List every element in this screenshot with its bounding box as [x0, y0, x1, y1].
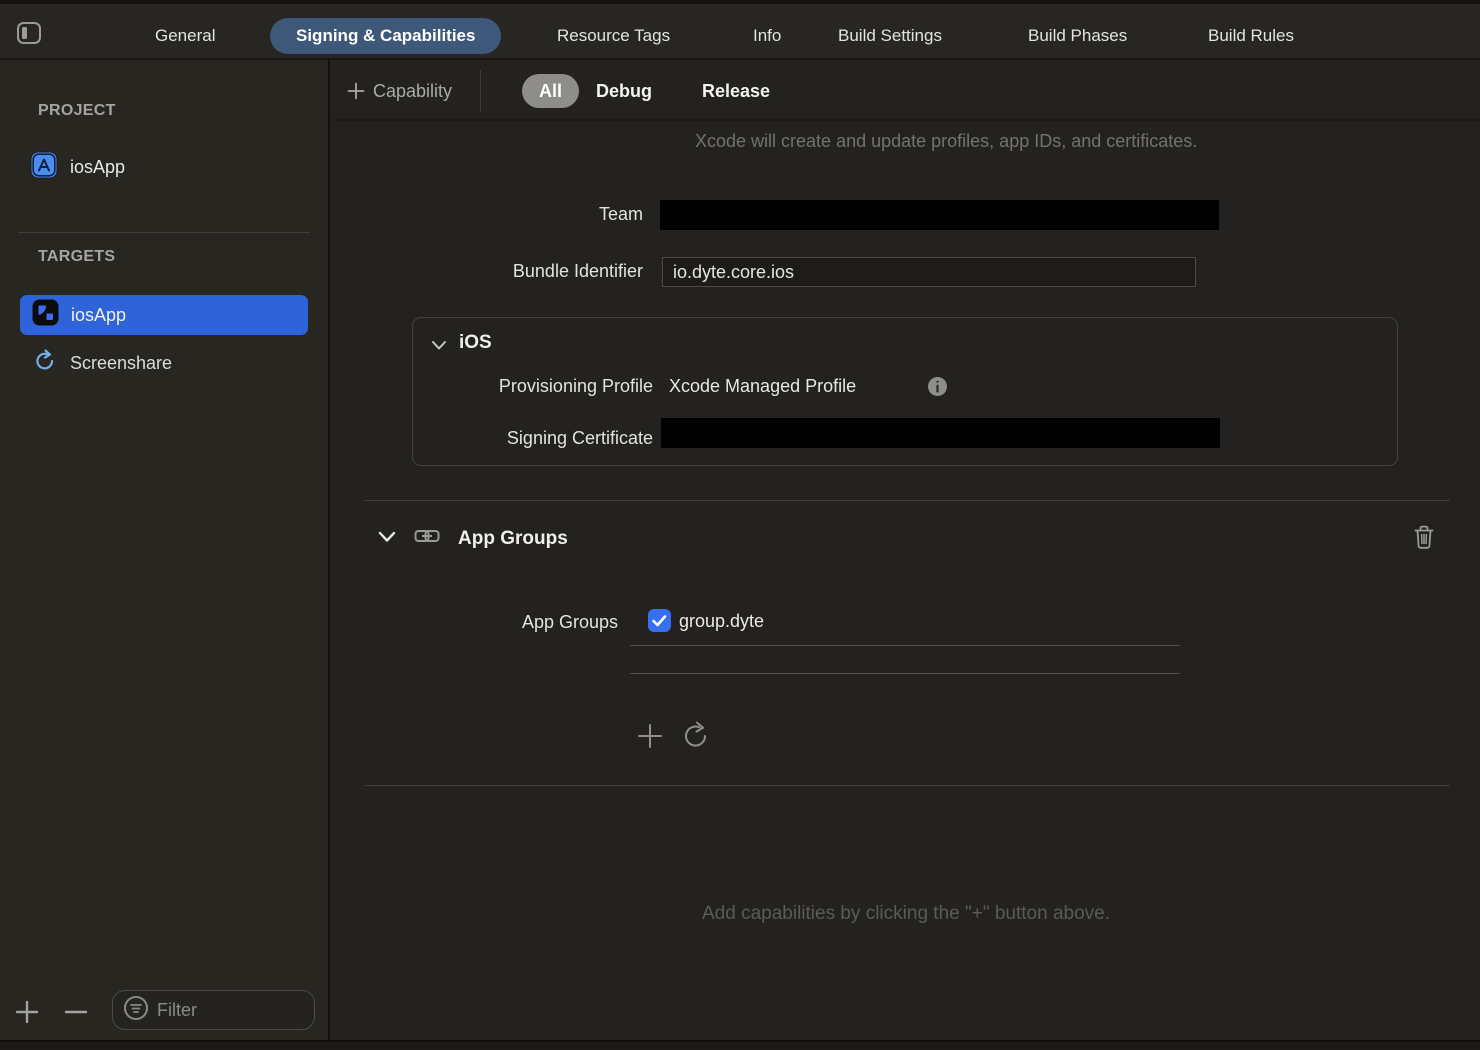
- project-header: PROJECT: [38, 102, 116, 120]
- signing-note: Xcode will create and update profiles, a…: [695, 128, 1207, 154]
- target-item-screenshare[interactable]: Screenshare: [20, 343, 308, 383]
- ios-signing-section: iOS Provisioning Profile Xcode Managed P…: [412, 317, 1398, 466]
- ios-section-title: iOS: [459, 332, 492, 354]
- app-store-project-icon: [30, 151, 58, 184]
- target-item-iosapp[interactable]: iosApp: [20, 295, 308, 335]
- target-item-label: iosApp: [71, 305, 126, 326]
- section-divider: [365, 500, 1450, 501]
- app-group-row-underline: [630, 645, 1180, 646]
- bundle-identifier-input[interactable]: [663, 258, 1195, 286]
- remove-target-button[interactable]: [62, 998, 90, 1031]
- target-item-label: Screenshare: [70, 353, 172, 374]
- project-item-iosapp[interactable]: iosApp: [30, 148, 310, 186]
- team-value-redacted[interactable]: [660, 200, 1219, 230]
- app-groups-section-header: App Groups: [378, 526, 568, 551]
- screenshare-refresh-icon: [32, 348, 58, 379]
- app-groups-field-label: App Groups: [332, 612, 618, 633]
- tab-info[interactable]: Info: [753, 18, 781, 54]
- capability-toolbar: Capability All Debug Release: [332, 60, 1480, 121]
- app-group-checkbox-checked[interactable]: [648, 609, 671, 632]
- add-app-group-button[interactable]: [635, 721, 665, 756]
- tab-general[interactable]: General: [155, 18, 215, 54]
- bundle-identifier-label: Bundle Identifier: [332, 261, 643, 282]
- segment-all[interactable]: All: [522, 74, 579, 108]
- tab-resource-tags[interactable]: Resource Tags: [557, 18, 670, 54]
- app-groups-link-icon: [414, 526, 440, 551]
- app-groups-section-title: App Groups: [458, 528, 568, 550]
- bundle-identifier-field: [662, 257, 1196, 287]
- filter-icon: [123, 995, 149, 1026]
- targets-header: TARGETS: [38, 248, 115, 266]
- sidebar-divider: [18, 232, 310, 233]
- add-capabilities-hint: Add capabilities by clicking the "+" but…: [332, 903, 1480, 925]
- section-divider: [365, 785, 1450, 786]
- project-item-label: iosApp: [70, 157, 125, 178]
- window-bottom-edge: [0, 1040, 1480, 1050]
- info-icon[interactable]: [927, 376, 948, 402]
- add-target-button[interactable]: [13, 998, 41, 1031]
- add-capability-label: Capability: [373, 81, 452, 102]
- tab-build-settings[interactable]: Build Settings: [838, 18, 942, 54]
- trash-icon[interactable]: [1412, 524, 1436, 555]
- plus-icon: [347, 82, 365, 100]
- tab-signing-capabilities[interactable]: Signing & Capabilities: [270, 18, 501, 54]
- xcode-project-editor: General Signing & Capabilities Resource …: [0, 0, 1480, 1050]
- provisioning-profile-label: Provisioning Profile: [413, 376, 653, 397]
- app-group-row-underline: [630, 673, 1180, 674]
- sidebar-toggle-icon[interactable]: [16, 20, 42, 46]
- provisioning-profile-value[interactable]: Xcode Managed Profile: [669, 376, 856, 397]
- chevron-down-icon[interactable]: [431, 338, 447, 356]
- filter-input[interactable]: [157, 1000, 304, 1021]
- toolbar-divider: [480, 70, 481, 112]
- signing-certificate-label: Signing Certificate: [413, 428, 653, 449]
- signing-capabilities-pane: Capability All Debug Release Xcode will …: [332, 60, 1480, 1040]
- segment-release[interactable]: Release: [702, 74, 770, 108]
- tab-build-rules[interactable]: Build Rules: [1208, 18, 1294, 54]
- refresh-app-groups-button[interactable]: [679, 719, 713, 758]
- add-capability-button[interactable]: Capability: [347, 73, 452, 109]
- team-label: Team: [332, 204, 643, 225]
- tab-build-phases[interactable]: Build Phases: [1028, 18, 1127, 54]
- project-targets-sidebar: PROJECT iosApp TARGETS iosApp: [0, 60, 330, 1040]
- chevron-down-icon[interactable]: [378, 530, 396, 548]
- app-group-name[interactable]: group.dyte: [679, 611, 764, 632]
- segment-debug[interactable]: Debug: [596, 74, 652, 108]
- signing-certificate-redacted[interactable]: [661, 418, 1220, 448]
- dyte-app-icon: [32, 299, 59, 331]
- editor-tab-bar: General Signing & Capabilities Resource …: [0, 4, 1480, 60]
- filter-field[interactable]: [112, 990, 315, 1030]
